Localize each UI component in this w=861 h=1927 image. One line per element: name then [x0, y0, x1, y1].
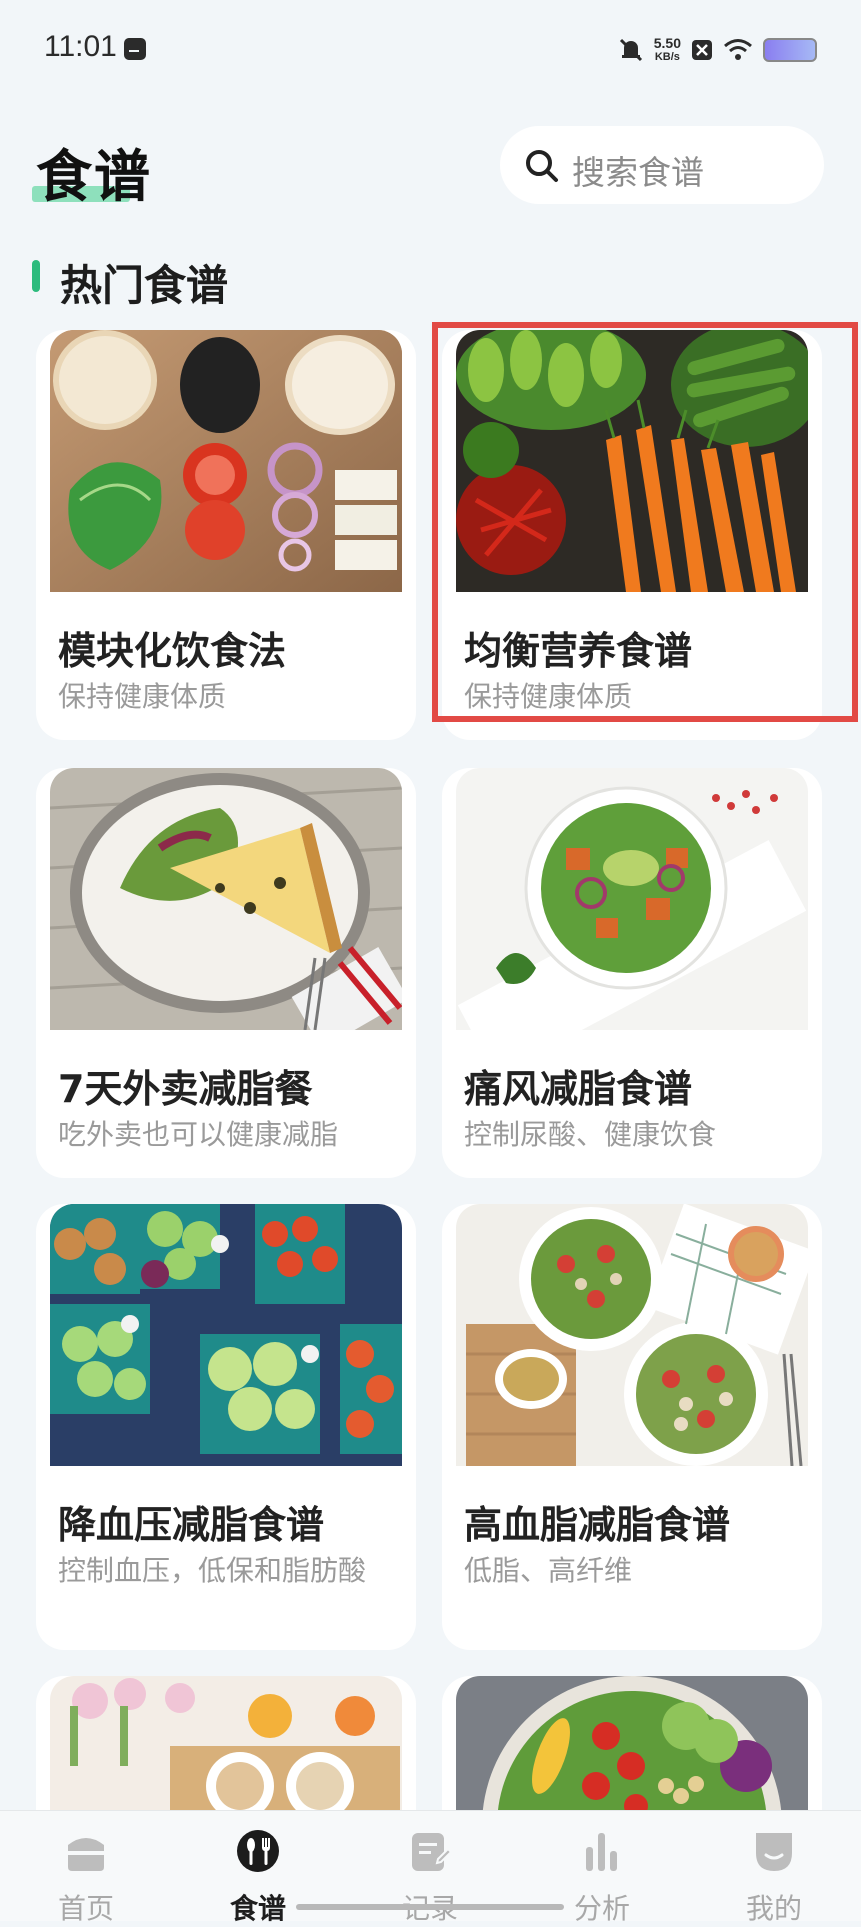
status-time: 11:01	[44, 30, 117, 63]
recipe-card[interactable]: 模块化饮食法 保持健康体质	[36, 330, 416, 740]
recipe-image	[50, 768, 402, 1030]
recipe-card[interactable]: 7天外卖减脂餐 吃外卖也可以健康减脂	[36, 768, 416, 1178]
search-icon	[526, 150, 558, 182]
recipe-subtitle: 吃外卖也可以健康减脂	[58, 1118, 339, 1151]
tab-home-label: 首页	[57, 1892, 114, 1925]
profile-icon	[756, 1833, 792, 1871]
recipe-subtitle: 控制尿酸、健康饮食	[464, 1118, 717, 1151]
page-title: 食谱	[36, 145, 152, 210]
tab-profile-label: 我的	[745, 1892, 802, 1925]
recipe-icon	[237, 1830, 279, 1872]
recipe-title: 降血压减脂食谱	[58, 1503, 325, 1547]
recipe-image	[50, 330, 402, 592]
search-placeholder: 搜索食谱	[572, 153, 704, 192]
recipe-title: 均衡营养食谱	[464, 629, 693, 673]
recipe-image	[456, 768, 808, 1030]
recipe-title: 高血脂减脂食谱	[464, 1503, 731, 1547]
home-indicator[interactable]	[296, 1904, 564, 1910]
tab-home[interactable]: 首页	[26, 1829, 146, 1927]
recipe-subtitle: 保持健康体质	[464, 680, 633, 713]
recipe-card[interactable]: 均衡营养食谱 保持健康体质	[442, 330, 822, 740]
section-accent-bar	[32, 260, 40, 292]
recipe-title: 痛风减脂食谱	[464, 1067, 693, 1111]
recipe-subtitle: 低脂、高纤维	[464, 1554, 633, 1587]
recipe-subtitle: 保持健康体质	[58, 680, 227, 713]
recipe-image	[456, 330, 808, 592]
speed-unit: KB/s	[654, 51, 680, 63]
recipe-image	[50, 1204, 402, 1466]
recipe-card[interactable]: 降血压减脂食谱 控制血压，低保和脂肪酸	[36, 1204, 416, 1650]
search-input[interactable]: 搜索食谱	[500, 126, 824, 204]
tab-recipe[interactable]: 食谱	[198, 1829, 318, 1927]
record-icon	[412, 1833, 453, 1871]
recipe-card[interactable]: 痛风减脂食谱 控制尿酸、健康饮食	[442, 768, 822, 1178]
section-title: 热门食谱	[60, 261, 229, 310]
tab-record[interactable]: 记录	[370, 1829, 490, 1927]
recipe-title: 模块化饮食法	[58, 629, 287, 673]
message-icon	[124, 38, 146, 60]
network-speed: 5.50 KB/s	[654, 36, 681, 64]
tab-analysis[interactable]: 分析	[542, 1829, 662, 1927]
analysis-icon	[586, 1833, 617, 1871]
recipe-image	[456, 1204, 808, 1466]
speed-value: 5.50	[653, 35, 681, 51]
recipe-card[interactable]: 高血脂减脂食谱 低脂、高纤维	[442, 1204, 822, 1650]
wifi-icon	[724, 39, 752, 60]
status-icons: 5.50 KB/s	[618, 36, 817, 64]
sim-off-icon	[692, 40, 712, 60]
battery-icon	[763, 38, 817, 62]
home-icon	[68, 1838, 104, 1871]
recipe-title: 7天外卖减脂餐	[58, 1067, 313, 1111]
mute-bell-icon	[619, 38, 642, 62]
recipe-subtitle: 控制血压，低保和脂肪酸	[58, 1554, 367, 1587]
status-bar: 11:01 5.50 KB/s	[0, 0, 861, 100]
tab-profile[interactable]: 我的	[714, 1829, 834, 1927]
